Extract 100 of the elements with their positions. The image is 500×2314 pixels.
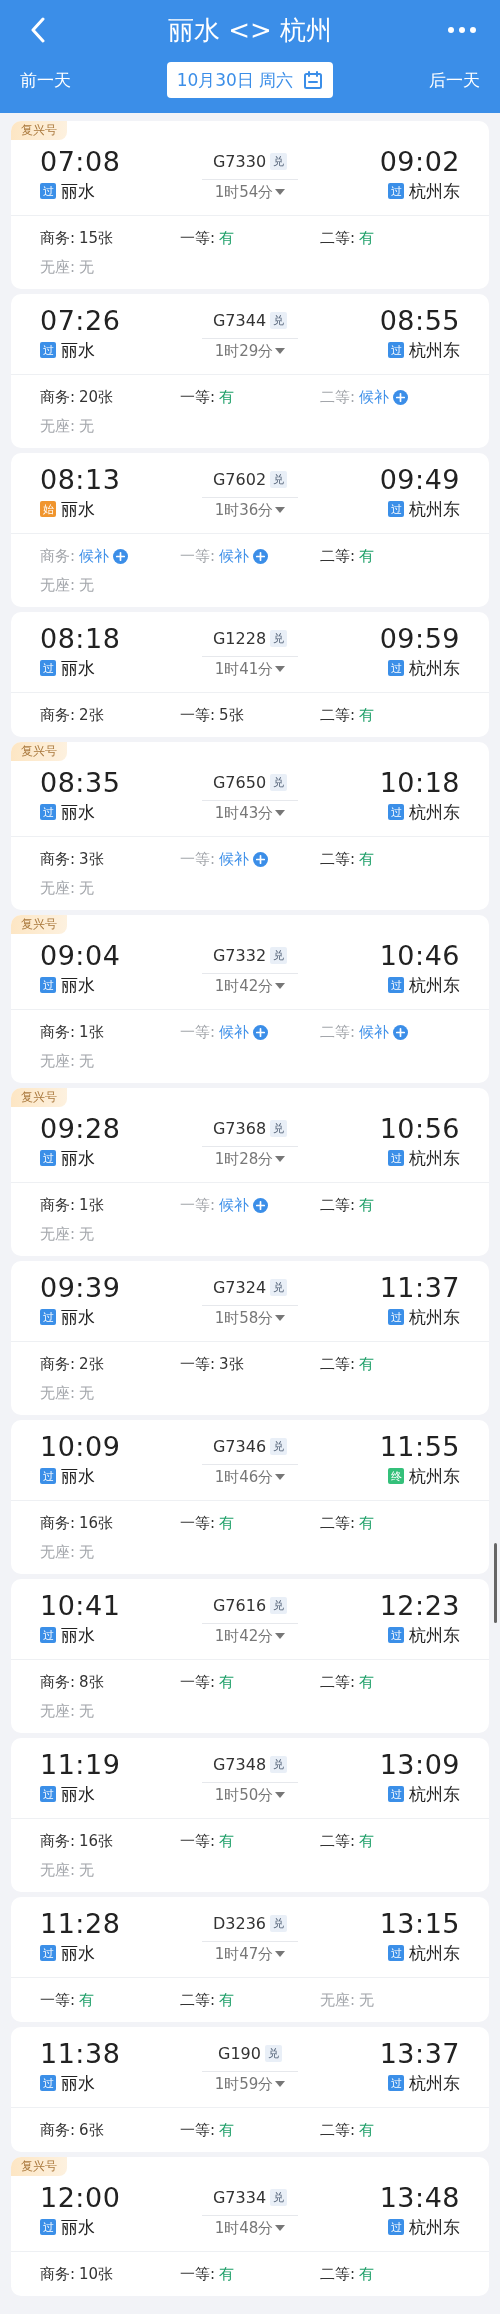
- station-name: 杭州东: [409, 179, 460, 203]
- train-card[interactable]: 09:39 过 丽水 G7324 兑 1时58分 11:37 过 杭州东 商务: 2张 一等: 3张 二等: 有 无座: 无: [11, 1261, 489, 1415]
- exchange-tag: 兑: [270, 946, 288, 964]
- station-name: 杭州东: [409, 1941, 460, 1965]
- train-card[interactable]: 复兴号 07:08 过 丽水 G7330 兑 1时54分 09:02 过 杭州东 商务: 15张 一等: 有 二等: 有 无座: 无: [11, 121, 489, 289]
- train-card[interactable]: 10:41 过 丽水 G7616 兑 1时42分 12:23 过 杭州东 商务: 8张 一等: 有 二等: 有 无座: 无: [11, 1579, 489, 1733]
- seat-label: 商务:: [40, 2264, 76, 2284]
- train-card[interactable]: 10:09 过 丽水 G7346 兑 1时46分 11:55 终 杭州东 商务: 16张 一等: 有 二等: 有 无座: 无: [11, 1420, 489, 1574]
- duration-toggle[interactable]: 1时29分: [214, 339, 286, 363]
- arrival-time: 13:48: [379, 2183, 460, 2213]
- seat-availability: 无: [79, 575, 95, 595]
- train-card[interactable]: 08:13 始 丽水 G7602 兑 1时36分 09:49 过 杭州东 商务: 候补 一等: 候补 二等: 有 无座: 无: [11, 453, 489, 607]
- train-card[interactable]: 复兴号 12:00 过 丽水 G7334 兑 1时48分 13:48 过 杭州东 商务: 10张 一等: 有 二等: 有: [11, 2157, 489, 2296]
- date-picker[interactable]: 10月30日 周六: [166, 62, 334, 98]
- page-title: 丽水 <> 杭州: [167, 13, 333, 47]
- exchange-tag: 兑: [270, 1755, 288, 1773]
- seat-label: 商务:: [40, 2120, 76, 2140]
- train-card[interactable]: 复兴号 09:04 过 丽水 G7332 兑 1时42分 10:46 过 杭州东 商务: 1张 一等: 候补 二等: 候补 无座: 无: [11, 915, 489, 1083]
- duration-toggle[interactable]: 1时50分: [214, 1783, 286, 1807]
- train-card[interactable]: 11:38 过 丽水 G190 兑 1时59分 13:37 过 杭州东 商务: 6张 一等: 有 二等: 有: [11, 2027, 489, 2152]
- train-card[interactable]: 复兴号 08:35 过 丽水 G7650 兑 1时43分 10:18 过 杭州东 商务: 3张 一等: 候补 二等: 有 无座: 无: [11, 742, 489, 910]
- duration-toggle[interactable]: 1时28分: [214, 1147, 286, 1171]
- exchange-tag: 兑: [264, 2044, 282, 2062]
- seat-label: 商务:: [40, 1195, 76, 1215]
- seat-label: 二等:: [320, 1195, 356, 1215]
- duration-toggle[interactable]: 1时46分: [214, 1465, 286, 1489]
- caret-icon: [275, 1951, 286, 1957]
- station-tag: 过: [40, 1309, 56, 1325]
- seat-availability: 有: [359, 2120, 375, 2140]
- plus-circle-icon[interactable]: [393, 1024, 409, 1040]
- caret-icon: [275, 1474, 286, 1480]
- arrival-time: 09:59: [379, 624, 460, 654]
- arrival-time: 13:09: [379, 1750, 460, 1780]
- seat-label: 无座:: [40, 575, 76, 595]
- seat-availability: 15张: [79, 228, 114, 248]
- seat-availability[interactable]: 候补: [219, 1022, 250, 1042]
- seat-label: 二等:: [180, 1990, 216, 2010]
- station-name: 杭州东: [409, 1464, 460, 1488]
- departure-time: 11:28: [40, 1909, 121, 1939]
- train-number: G7616: [212, 1595, 267, 1615]
- train-number: G7368: [212, 1118, 267, 1138]
- plus-circle-icon[interactable]: [253, 1024, 269, 1040]
- seat-availability[interactable]: 候补: [79, 546, 110, 566]
- duration-toggle[interactable]: 1时47分: [214, 1942, 286, 1966]
- plus-circle-icon[interactable]: [113, 548, 129, 564]
- station-name: 杭州东: [409, 656, 460, 680]
- station-tag: 过: [388, 1309, 404, 1325]
- duration-toggle[interactable]: 1时42分: [214, 974, 286, 998]
- duration-toggle[interactable]: 1时59分: [214, 2072, 286, 2096]
- duration-toggle[interactable]: 1时43分: [214, 801, 286, 825]
- caret-icon: [275, 348, 286, 354]
- station-name: 杭州东: [409, 1305, 460, 1329]
- seat-label: 一等:: [180, 228, 216, 248]
- seat-availability: 无: [79, 257, 95, 277]
- departure-time: 08:13: [40, 465, 121, 495]
- duration-toggle[interactable]: 1时42分: [214, 1624, 286, 1648]
- seat-label: 无座:: [40, 878, 76, 898]
- train-number: G1228: [212, 628, 267, 648]
- plus-circle-icon[interactable]: [253, 851, 269, 867]
- station-name: 杭州东: [409, 1623, 460, 1647]
- duration-toggle[interactable]: 1时54分: [214, 180, 286, 204]
- seat-availability[interactable]: 候补: [219, 546, 250, 566]
- scrollbar[interactable]: [494, 1543, 497, 1623]
- seat-availability[interactable]: 候补: [219, 1195, 250, 1215]
- duration-toggle[interactable]: 1时48分: [214, 2216, 286, 2240]
- train-card[interactable]: 08:18 过 丽水 G1228 兑 1时41分 09:59 过 杭州东 商务: 2张 一等: 5张 二等: 有: [11, 612, 489, 737]
- seat-label: 无座:: [40, 1860, 76, 1880]
- duration-toggle[interactable]: 1时41分: [214, 657, 286, 681]
- station-tag: 过: [40, 1786, 56, 1802]
- duration-toggle[interactable]: 1时36分: [214, 498, 286, 522]
- seat-label: 商务:: [40, 1022, 76, 1042]
- plus-circle-icon[interactable]: [393, 389, 409, 405]
- exchange-tag: 兑: [270, 1119, 288, 1137]
- seat-availability: 1张: [79, 1022, 104, 1042]
- train-card[interactable]: 复兴号 09:28 过 丽水 G7368 兑 1时28分 10:56 过 杭州东 商务: 1张 一等: 候补 二等: 有 无座: 无: [11, 1088, 489, 1256]
- seat-availability[interactable]: 候补: [359, 1022, 390, 1042]
- seat-availability: 有: [79, 1990, 95, 2010]
- departure-time: 09:39: [40, 1273, 121, 1303]
- exchange-tag: 兑: [270, 470, 288, 488]
- seat-label: 一等:: [180, 1022, 216, 1042]
- station-tag: 过: [388, 660, 404, 676]
- station-tag: 过: [40, 1945, 56, 1961]
- arrival-time: 10:18: [379, 768, 460, 798]
- departure-time: 12:00: [40, 2183, 121, 2213]
- train-card[interactable]: 11:28 过 丽水 D3236 兑 1时47分 13:15 过 杭州东 一等: 有 二等: 有 无座: 无: [11, 1897, 489, 2022]
- next-day-button[interactable]: 后一天: [429, 68, 480, 92]
- previous-day-button[interactable]: 前一天: [20, 68, 71, 92]
- train-card[interactable]: 07:26 过 丽水 G7344 兑 1时29分 08:55 过 杭州东 商务: 20张 一等: 有 二等: 候补 无座: 无: [11, 294, 489, 448]
- departure-time: 09:28: [40, 1114, 121, 1144]
- arrival-time: 08:55: [379, 306, 460, 336]
- duration-toggle[interactable]: 1时58分: [214, 1306, 286, 1330]
- train-number: D3236: [212, 1913, 266, 1933]
- train-number: G7602: [212, 469, 267, 489]
- train-card[interactable]: 11:19 过 丽水 G7348 兑 1时50分 13:09 过 杭州东 商务: 16张 一等: 有 二等: 有 无座: 无: [11, 1738, 489, 1892]
- plus-circle-icon[interactable]: [253, 1197, 269, 1213]
- departure-time: 10:09: [40, 1432, 121, 1462]
- seat-availability[interactable]: 候补: [219, 849, 250, 869]
- plus-circle-icon[interactable]: [253, 548, 269, 564]
- arrival-time: 12:23: [379, 1591, 460, 1621]
- seat-availability[interactable]: 候补: [359, 387, 390, 407]
